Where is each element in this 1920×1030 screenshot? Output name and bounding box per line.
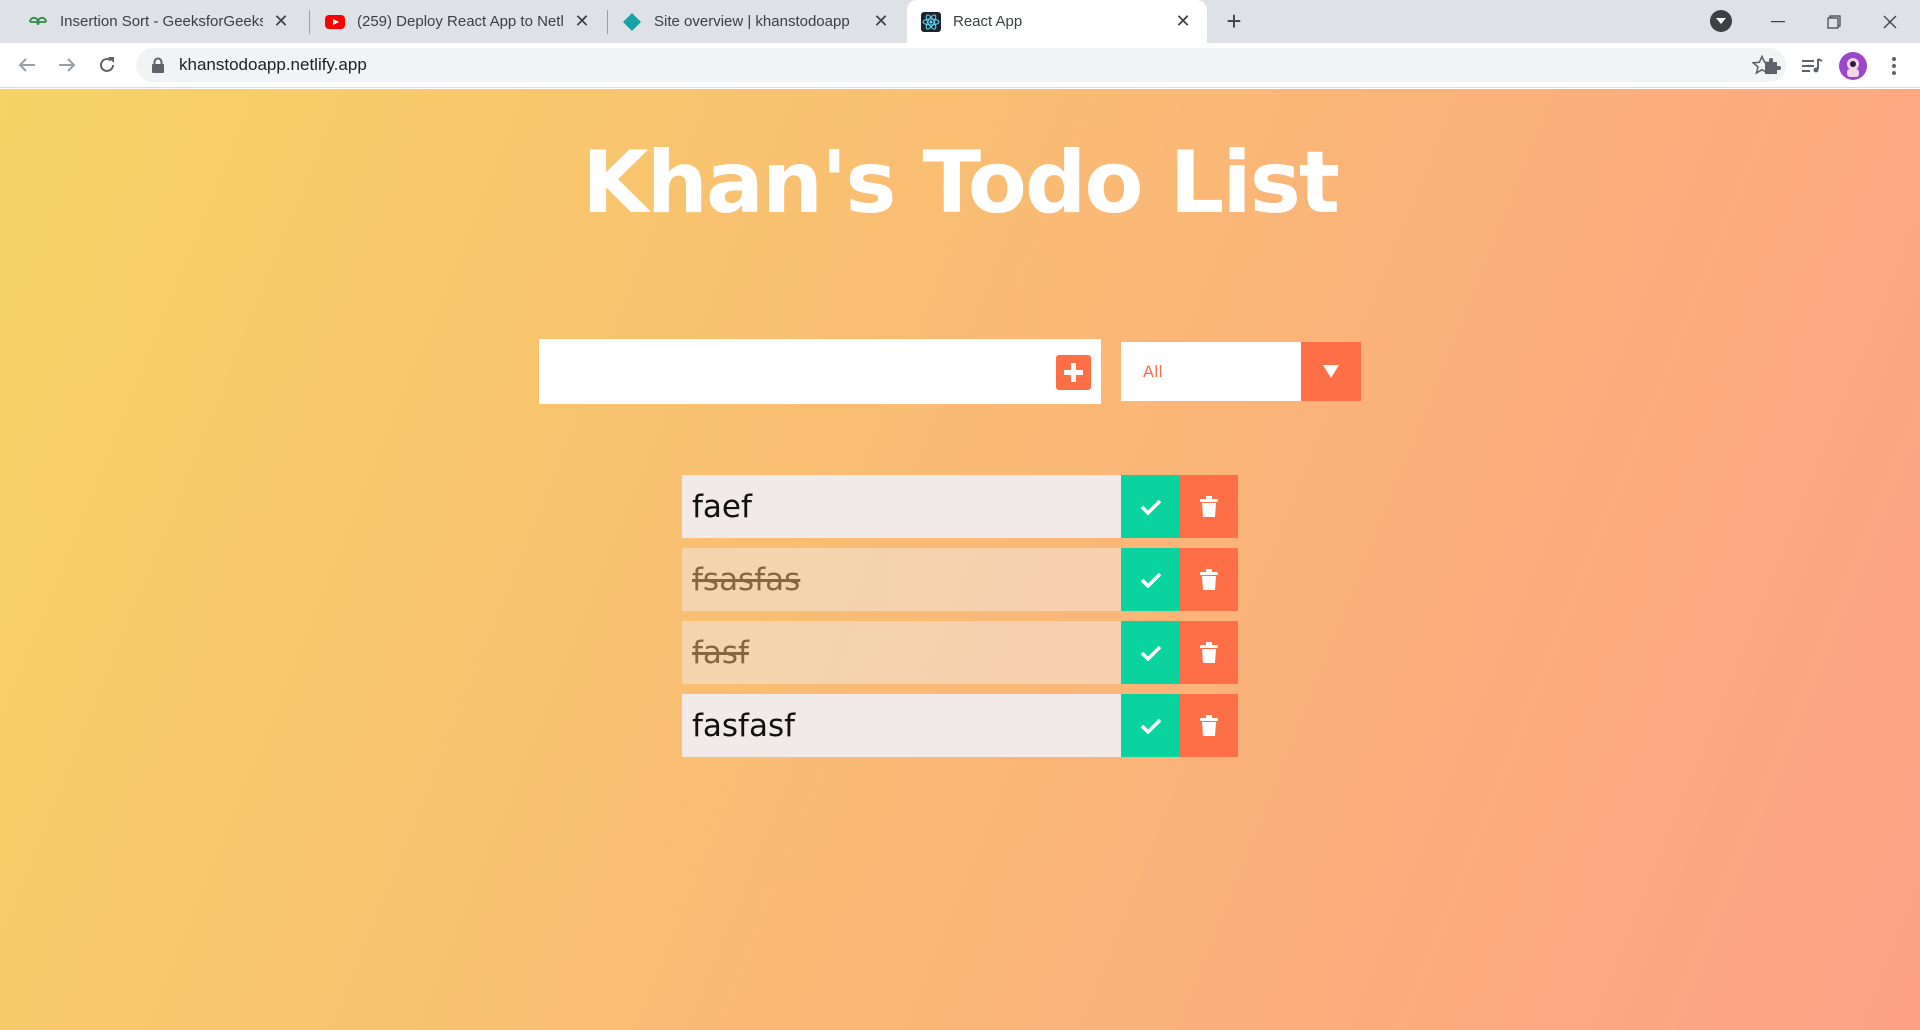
restore-icon bbox=[1827, 14, 1841, 29]
tab-strip: Insertion Sort - GeeksforGeeks ✕ (259) D… bbox=[0, 0, 1920, 43]
close-icon[interactable]: ✕ bbox=[1173, 11, 1193, 32]
todo-list: faef fsasfas fasf fasfasf bbox=[682, 475, 1238, 767]
check-icon bbox=[1140, 645, 1161, 661]
forward-button[interactable] bbox=[52, 50, 82, 80]
trash-icon bbox=[1200, 641, 1218, 663]
complete-button[interactable] bbox=[1121, 548, 1180, 611]
kebab-menu-icon bbox=[1892, 57, 1896, 75]
tab-title: Insertion Sort - GeeksforGeeks bbox=[60, 13, 263, 30]
trash-icon bbox=[1200, 495, 1218, 517]
browser-menu-button[interactable] bbox=[1882, 54, 1906, 78]
filter-selected-value: All bbox=[1143, 362, 1163, 381]
react-icon bbox=[921, 11, 941, 32]
todo-item: fsasfas bbox=[682, 548, 1238, 611]
complete-button[interactable] bbox=[1121, 694, 1180, 757]
netlify-icon bbox=[622, 12, 642, 32]
minimize-icon bbox=[1771, 20, 1785, 22]
restore-button[interactable] bbox=[1806, 0, 1862, 43]
tab-separator bbox=[309, 10, 310, 34]
check-icon bbox=[1140, 572, 1161, 588]
new-tab-button[interactable]: + bbox=[1219, 6, 1249, 36]
arrow-left-icon bbox=[18, 58, 35, 72]
delete-button[interactable] bbox=[1180, 694, 1238, 757]
todo-text: fsasfas bbox=[682, 548, 1121, 611]
tab-title: Site overview | khanstodoapp bbox=[654, 13, 850, 30]
trash-icon bbox=[1200, 568, 1218, 590]
geeksforgeeks-icon bbox=[28, 12, 48, 32]
check-icon bbox=[1140, 718, 1161, 734]
complete-button[interactable] bbox=[1121, 475, 1180, 538]
playlist-icon bbox=[1802, 58, 1823, 73]
close-icon[interactable]: ✕ bbox=[271, 11, 291, 32]
todo-text: faef bbox=[682, 475, 1121, 538]
tab-youtube[interactable]: (259) Deploy React App to Netlify ✕ bbox=[311, 0, 606, 43]
filter-dropdown-button[interactable] bbox=[1301, 342, 1361, 401]
close-window-button[interactable] bbox=[1862, 0, 1918, 43]
back-button[interactable] bbox=[12, 50, 42, 80]
chevron-down-icon bbox=[1716, 18, 1726, 24]
close-icon bbox=[1883, 15, 1897, 28]
todo-text: fasf bbox=[682, 621, 1121, 684]
tab-title: React App bbox=[953, 13, 1023, 30]
add-todo-button[interactable] bbox=[1056, 355, 1091, 390]
todo-item: fasf bbox=[682, 621, 1238, 684]
filter-select[interactable]: All bbox=[1121, 342, 1361, 401]
close-icon[interactable]: ✕ bbox=[871, 11, 891, 32]
reload-icon bbox=[100, 57, 114, 72]
todo-text: fasfasf bbox=[682, 694, 1121, 757]
todo-item: faef bbox=[682, 475, 1238, 538]
tab-geeksforgeeks[interactable]: Insertion Sort - GeeksforGeeks ✕ bbox=[0, 0, 305, 43]
arrow-right-icon bbox=[59, 58, 76, 72]
delete-button[interactable] bbox=[1180, 621, 1238, 684]
plus-icon bbox=[1064, 363, 1083, 382]
profile-avatar[interactable] bbox=[1839, 52, 1867, 80]
address-bar[interactable]: khanstodoapp.netlify.app bbox=[136, 48, 1786, 82]
page-title: Khan's Todo List bbox=[581, 133, 1340, 233]
url-text: khanstodoapp.netlify.app bbox=[179, 55, 367, 74]
tab-netlify[interactable]: Site overview | khanstodoapp ✕ bbox=[608, 0, 905, 43]
close-icon[interactable]: ✕ bbox=[572, 11, 592, 32]
youtube-icon bbox=[325, 12, 345, 32]
todo-item: fasfasf bbox=[682, 694, 1238, 757]
tab-search-button[interactable] bbox=[1710, 10, 1732, 32]
minimize-button[interactable] bbox=[1750, 0, 1806, 43]
puzzle-icon bbox=[1765, 58, 1781, 74]
lock-icon bbox=[152, 57, 164, 73]
delete-button[interactable] bbox=[1180, 475, 1238, 538]
app-page: Khan's Todo List All faef fsasfas fasf f… bbox=[0, 89, 1920, 1030]
avatar-icon bbox=[1839, 52, 1867, 80]
check-icon bbox=[1140, 499, 1161, 515]
extensions-button[interactable] bbox=[1760, 54, 1784, 78]
complete-button[interactable] bbox=[1121, 621, 1180, 684]
reload-button[interactable] bbox=[92, 50, 122, 80]
trash-icon bbox=[1200, 714, 1218, 736]
browser-toolbar: khanstodoapp.netlify.app bbox=[0, 43, 1920, 88]
media-control-button[interactable] bbox=[1800, 54, 1824, 78]
triangle-down-icon bbox=[1323, 365, 1339, 378]
tab-react-app[interactable]: React App ✕ bbox=[907, 0, 1207, 43]
delete-button[interactable] bbox=[1180, 548, 1238, 611]
todo-input[interactable] bbox=[539, 339, 1101, 404]
tab-title: (259) Deploy React App to Netlify bbox=[357, 13, 564, 30]
